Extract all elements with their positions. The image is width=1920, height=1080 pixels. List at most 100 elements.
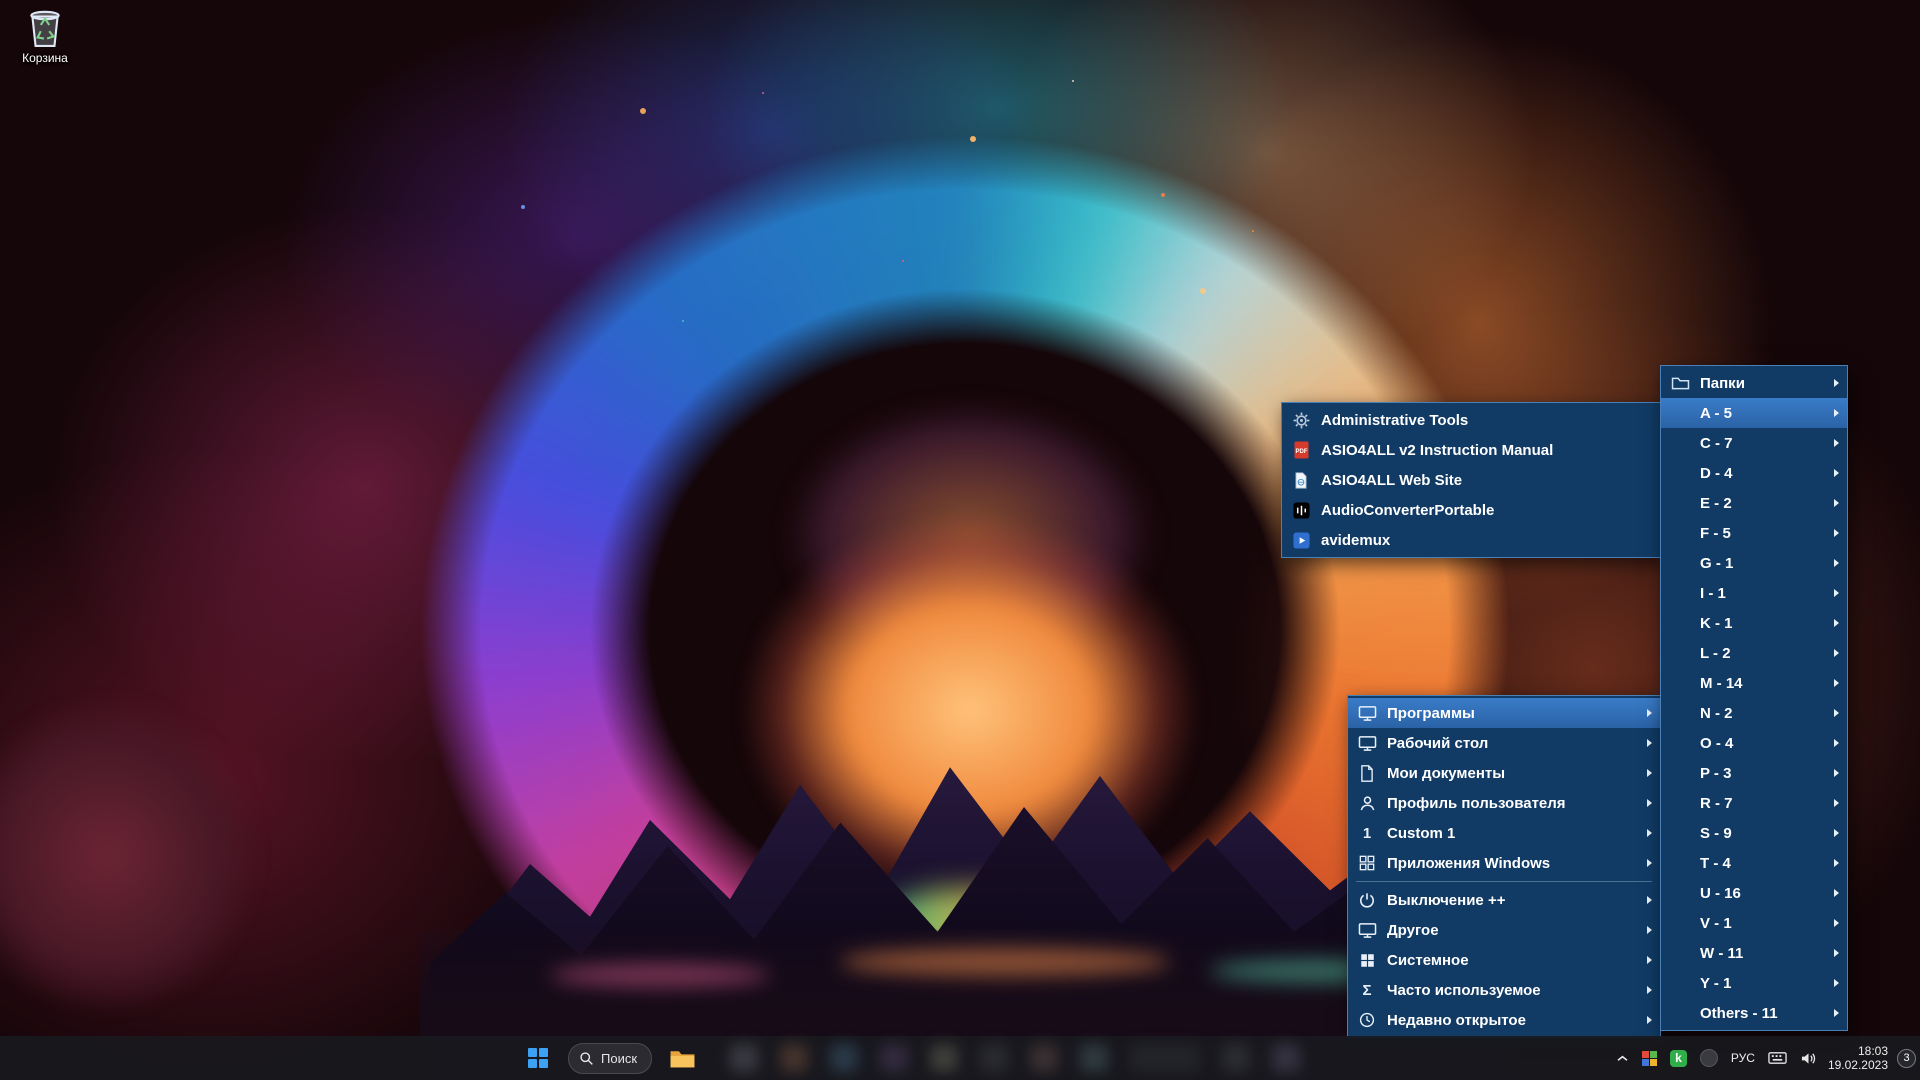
submenu-arrow-icon: [1834, 619, 1839, 627]
menu-separator: [1348, 878, 1660, 885]
blurred-icon: [1130, 1044, 1200, 1072]
submenu-arrow-icon: [1647, 896, 1652, 904]
menu-item-administrative-tools[interactable]: Administrative Tools: [1282, 405, 1660, 435]
recycle-bin[interactable]: Корзина: [6, 6, 84, 65]
water-reflection-pink: [550, 964, 770, 986]
start-menu-item-frequent[interactable]: Σ Часто используемое: [1348, 975, 1660, 1005]
menu-item-audioconverterportable[interactable]: AudioConverterPortable: [1282, 495, 1660, 525]
wallpaper-foreground-waves: [0, 420, 570, 1060]
icon-spacer: [1669, 493, 1691, 513]
language-indicator[interactable]: РУС: [1729, 1051, 1757, 1065]
start-menu-item-documents[interactable]: Мои документы: [1348, 758, 1660, 788]
icon-spacer: [1669, 763, 1691, 783]
folders-menu-item-p[interactable]: P - 3: [1661, 758, 1847, 788]
blurred-icon: [1272, 1044, 1300, 1072]
start-menu: Программы Рабочий стол Мои документы Про…: [1347, 695, 1661, 1038]
blurred-icon: [930, 1044, 958, 1072]
svg-text:PDF: PDF: [1295, 449, 1307, 455]
chevron-up-icon: [1616, 1054, 1629, 1063]
start-menu-item-user-profile[interactable]: Профиль пользователя: [1348, 788, 1660, 818]
apps-grid-icon: [1356, 853, 1378, 873]
start-menu-item-windows-apps[interactable]: Приложения Windows: [1348, 848, 1660, 878]
submenu-arrow-icon: [1834, 859, 1839, 867]
menu-item-asio4all-website[interactable]: ASIO4ALL Web Site: [1282, 465, 1660, 495]
folders-menu-item-others[interactable]: Others - 11: [1661, 998, 1847, 1028]
menu-item-avidemux[interactable]: avidemux: [1282, 525, 1660, 555]
programs-list-submenu: Administrative Tools PDF ASIO4ALL v2 Ins…: [1281, 402, 1661, 558]
folders-menu-item-v[interactable]: V - 1: [1661, 908, 1847, 938]
k-app-icon: k: [1670, 1050, 1687, 1067]
folders-menu-item-m[interactable]: M - 14: [1661, 668, 1847, 698]
submenu-arrow-icon: [1647, 739, 1652, 747]
windows-flag-icon: [1356, 950, 1378, 970]
icon-spacer: [1669, 973, 1691, 993]
submenu-arrow-icon: [1834, 769, 1839, 777]
submenu-arrow-icon: [1647, 859, 1652, 867]
tray-overflow-button[interactable]: [1614, 1052, 1631, 1065]
volume-button[interactable]: [1798, 1049, 1819, 1068]
start-button[interactable]: [518, 1038, 558, 1078]
submenu-arrow-icon: [1834, 709, 1839, 717]
start-menu-item-desktop[interactable]: Рабочий стол: [1348, 728, 1660, 758]
touch-keyboard-button[interactable]: [1766, 1049, 1789, 1067]
menu-item-asio4all-manual[interactable]: PDF ASIO4ALL v2 Instruction Manual: [1282, 435, 1660, 465]
tray-app-k[interactable]: k: [1668, 1048, 1689, 1069]
start-menu-item-recent[interactable]: Недавно открытое: [1348, 1005, 1660, 1035]
folders-menu-item-g[interactable]: G - 1: [1661, 548, 1847, 578]
start-menu-item-custom1[interactable]: 1 Custom 1: [1348, 818, 1660, 848]
icon-spacer: [1669, 433, 1691, 453]
folders-menu-item-t[interactable]: T - 4: [1661, 848, 1847, 878]
submenu-arrow-icon: [1834, 679, 1839, 687]
folders-menu-item-f[interactable]: F - 5: [1661, 518, 1847, 548]
folders-menu-item-d[interactable]: D - 4: [1661, 458, 1847, 488]
blurred-icon: [1080, 1044, 1108, 1072]
notification-count-badge[interactable]: 3: [1897, 1049, 1916, 1068]
water-reflection-orange: [840, 948, 1170, 976]
recycle-bin-icon: [26, 6, 64, 48]
folders-menu-item-u[interactable]: U - 16: [1661, 878, 1847, 908]
submenu-arrow-icon: [1834, 469, 1839, 477]
touch-keyboard-icon: [1768, 1051, 1787, 1065]
tray-app-dark[interactable]: [1698, 1047, 1720, 1069]
monitor-icon: [1356, 703, 1378, 723]
blurred-taskbar-icons: [730, 1044, 1390, 1072]
folders-menu-header[interactable]: Папки: [1661, 368, 1847, 398]
submenu-arrow-icon: [1834, 949, 1839, 957]
folders-menu-item-i[interactable]: I - 1: [1661, 578, 1847, 608]
file-explorer-button[interactable]: [662, 1038, 702, 1078]
submenu-arrow-icon: [1834, 589, 1839, 597]
tray-app-colorgrid[interactable]: [1640, 1049, 1659, 1068]
icon-spacer: [1669, 733, 1691, 753]
system-tray: k РУС 18:03 19.02.2023 3: [1614, 1036, 1916, 1080]
submenu-arrow-icon: [1834, 439, 1839, 447]
folders-menu-item-w[interactable]: W - 11: [1661, 938, 1847, 968]
folders-menu-item-y[interactable]: Y - 1: [1661, 968, 1847, 998]
start-menu-item-system[interactable]: Системное: [1348, 945, 1660, 975]
submenu-arrow-icon: [1647, 986, 1652, 994]
taskbar-clock[interactable]: 18:03 19.02.2023: [1828, 1044, 1888, 1072]
submenu-arrow-icon: [1647, 926, 1652, 934]
folders-menu-item-c[interactable]: C - 7: [1661, 428, 1847, 458]
icon-spacer: [1669, 703, 1691, 723]
video-app-icon: [1290, 530, 1312, 550]
start-menu-item-other[interactable]: Другое: [1348, 915, 1660, 945]
folders-menu-item-s[interactable]: S - 9: [1661, 818, 1847, 848]
folders-menu-item-o[interactable]: O - 4: [1661, 728, 1847, 758]
pdf-document-icon: PDF: [1290, 440, 1312, 460]
icon-spacer: [1669, 943, 1691, 963]
folders-menu-item-r[interactable]: R - 7: [1661, 788, 1847, 818]
taskbar-search[interactable]: Поиск: [568, 1043, 652, 1074]
icon-spacer: [1669, 853, 1691, 873]
folders-menu-item-e[interactable]: E - 2: [1661, 488, 1847, 518]
recycle-bin-label: Корзина: [22, 51, 68, 65]
search-label: Поиск: [601, 1051, 637, 1066]
icon-spacer: [1669, 883, 1691, 903]
start-menu-item-shutdown[interactable]: Выключение ++: [1348, 885, 1660, 915]
submenu-arrow-icon: [1834, 889, 1839, 897]
dark-app-icon: [1700, 1049, 1718, 1067]
folders-menu-item-l[interactable]: L - 2: [1661, 638, 1847, 668]
folders-menu-item-a[interactable]: A - 5: [1661, 398, 1847, 428]
start-menu-item-programs[interactable]: Программы: [1348, 698, 1660, 728]
folders-menu-item-n[interactable]: N - 2: [1661, 698, 1847, 728]
folders-menu-item-k[interactable]: K - 1: [1661, 608, 1847, 638]
